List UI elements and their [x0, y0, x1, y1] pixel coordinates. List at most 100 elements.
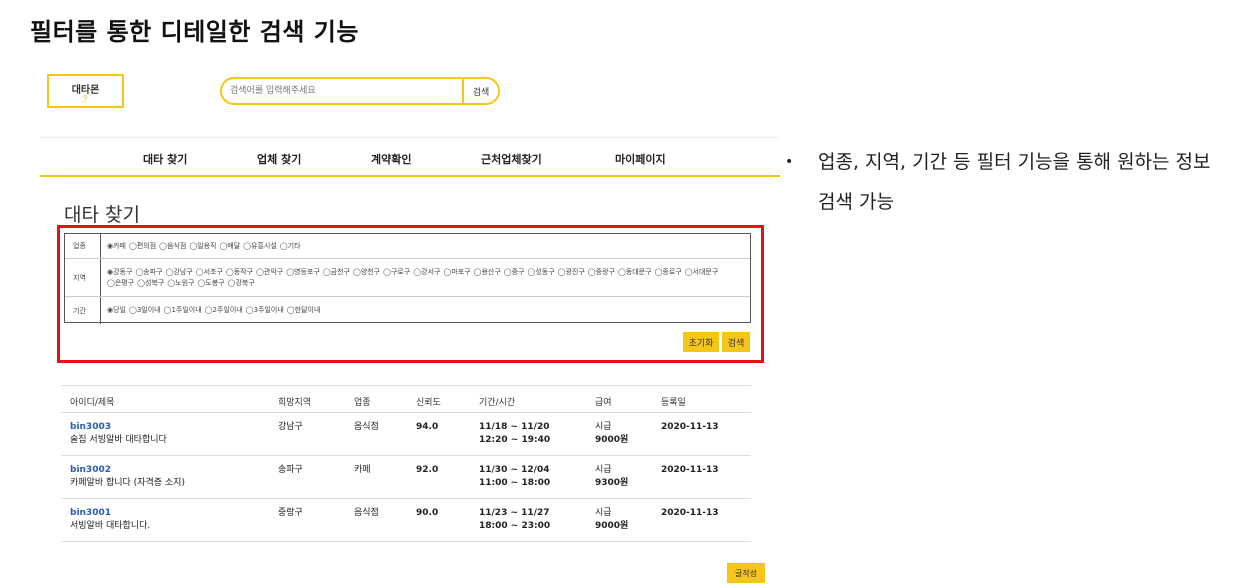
radio-option[interactable]: ◯2주일이내 [205, 305, 243, 316]
post-pay-type: 시급 [595, 508, 612, 518]
radio-option[interactable]: ◯강북구 [228, 278, 255, 289]
radio-option[interactable]: ◉당일 [107, 305, 126, 316]
write-post-button[interactable]: 글작성 [727, 563, 765, 583]
nav-item-nearby[interactable]: 근처업체찾기 [481, 151, 542, 167]
filter-row-period: 기간 ◉당일 ◯3일이내 ◯1주일이내 ◯2주일이내 ◯3주일이내 ◯한달이내 [65, 297, 750, 324]
nav-item-contract[interactable]: 계약확인 [371, 151, 411, 167]
search-button[interactable]: 검색 [462, 79, 498, 103]
filter-label-region: 지역 [65, 259, 101, 296]
radio-option[interactable]: ◯양천구 [353, 267, 380, 278]
filter-label-industry: 업종 [65, 234, 101, 258]
nav-item-find-substitute[interactable]: 대타 찾기 [143, 151, 187, 167]
radio-option[interactable]: ◯기타 [280, 241, 301, 252]
post-date: 2020-11-13 [661, 508, 719, 518]
post-title[interactable]: 카페알바 합니다 (자격증 소지) [70, 477, 185, 490]
radio-option[interactable]: ◯서초구 [196, 267, 223, 278]
list-item[interactable]: bin3003 술집 서빙알바 대타합니다 강남구 음식점 94.0 11/18 … [61, 413, 751, 456]
post-time: 11:00 ~ 18:00 [479, 478, 551, 488]
radio-option[interactable]: ◯영등포구 [286, 267, 320, 278]
col-header-region: 희망지역 [278, 398, 312, 408]
screenshot-panel: 대타몬 ℱ 검색 대타 찾기 업체 찾기 계약확인 근처업체찾기 마이페이지 대… [40, 60, 785, 588]
post-region: 강남구 [278, 422, 303, 432]
nav-item-find-business[interactable]: 업체 찾기 [257, 151, 301, 167]
col-header-pay: 급여 [595, 398, 612, 408]
radio-option[interactable]: ◯관악구 [256, 267, 283, 278]
radio-option[interactable]: ◯한달이내 [287, 305, 321, 316]
filter-search-button[interactable]: 검색 [722, 332, 750, 352]
filter-options-period: ◉당일 ◯3일이내 ◯1주일이내 ◯2주일이내 ◯3주일이내 ◯한달이내 [107, 297, 746, 324]
result-list: 아이디/제목 희망지역 업종 신뢰도 기간/시간 급여 등록일 bin3003 술… [61, 385, 751, 542]
radio-option[interactable]: ◯3일이내 [129, 305, 161, 316]
post-id-link[interactable]: bin3003 [70, 421, 167, 434]
post-date: 2020-11-13 [661, 465, 719, 475]
post-time: 12:20 ~ 19:40 [479, 435, 551, 445]
post-industry: 음식점 [354, 508, 379, 518]
post-pay: 9000원 [595, 521, 629, 531]
post-title[interactable]: 서빙알바 대타합니다. [70, 520, 150, 533]
radio-option[interactable]: ◯동작구 [226, 267, 253, 278]
radio-option[interactable]: ◯동대문구 [618, 267, 652, 278]
page-title: 대타 찾기 [64, 204, 140, 226]
post-id-link[interactable]: bin3002 [70, 464, 185, 477]
radio-option[interactable]: ◯구로구 [383, 267, 410, 278]
radio-option[interactable]: ◉강동구 [107, 267, 132, 278]
col-header-title: 아이디/제목 [70, 398, 115, 408]
logo-mark-icon: ℱ [81, 95, 90, 105]
post-pay-type: 시급 [595, 465, 612, 475]
post-trust: 94.0 [416, 422, 439, 432]
radio-option[interactable]: ◯성북구 [137, 278, 164, 289]
post-industry: 카페 [354, 465, 371, 475]
radio-option[interactable]: ◯서대문구 [685, 267, 719, 278]
radio-option[interactable]: ◯1주일이내 [164, 305, 202, 316]
bullet-text: 업종, 지역, 기간 등 필터 기능을 통해 원하는 정보 검색 가능 [818, 151, 1211, 213]
post-title[interactable]: 술집 서빙알바 대타합니다 [70, 434, 167, 447]
col-header-date: 등록일 [661, 398, 686, 408]
radio-option[interactable]: ◯일용직 [189, 241, 216, 252]
radio-option[interactable]: ◯유흥시설 [243, 241, 277, 252]
post-period: 11/18 ~ 11/20 [479, 422, 550, 432]
post-date: 2020-11-13 [661, 422, 719, 432]
radio-option[interactable]: ◯강서구 [413, 267, 440, 278]
radio-option[interactable]: ◯음식점 [159, 241, 186, 252]
radio-option[interactable]: ◯성동구 [527, 267, 554, 278]
bullet-dot-icon: • [785, 154, 794, 170]
col-header-industry: 업종 [354, 398, 371, 408]
filter-panel: 업종 ◉카페 ◯편의점 ◯음식점 ◯일용직 ◯배달 ◯유흥시설 ◯기타 지역 ◉… [64, 233, 751, 324]
post-time: 18:00 ~ 23:00 [479, 521, 551, 531]
post-pay: 9300원 [595, 478, 629, 488]
filter-label-period: 기간 [65, 297, 101, 324]
post-region: 송파구 [278, 465, 303, 475]
radio-option[interactable]: ◯중구 [504, 267, 525, 278]
radio-option[interactable]: ◯중랑구 [588, 267, 615, 278]
radio-option[interactable]: ◯배달 [219, 241, 240, 252]
filter-options-region: ◉강동구 ◯송파구 ◯강남구 ◯서초구 ◯동작구 ◯관악구 ◯영등포구 ◯금천구… [107, 259, 746, 296]
filter-row-industry: 업종 ◉카페 ◯편의점 ◯음식점 ◯일용직 ◯배달 ◯유흥시설 ◯기타 [65, 234, 750, 259]
radio-option[interactable]: ◯강남구 [166, 267, 193, 278]
radio-option[interactable]: ◯종로구 [655, 267, 682, 278]
post-pay-type: 시급 [595, 422, 612, 432]
radio-option[interactable]: ◯편의점 [129, 241, 156, 252]
post-trust: 90.0 [416, 508, 439, 518]
radio-option[interactable]: ◯도봉구 [197, 278, 224, 289]
radio-option[interactable]: ◯금천구 [323, 267, 350, 278]
radio-option[interactable]: ◉카페 [107, 241, 126, 252]
radio-option[interactable]: ◯노원구 [167, 278, 194, 289]
reset-button[interactable]: 초기화 [683, 332, 719, 352]
logo-text: 대타몬 [71, 85, 100, 96]
nav-item-mypage[interactable]: 마이페이지 [615, 151, 666, 167]
post-id-link[interactable]: bin3001 [70, 507, 150, 520]
radio-option[interactable]: ◯은평구 [107, 278, 134, 289]
post-trust: 92.0 [416, 465, 439, 475]
radio-option[interactable]: ◯3주일이내 [246, 305, 284, 316]
filter-options-industry: ◉카페 ◯편의점 ◯음식점 ◯일용직 ◯배달 ◯유흥시설 ◯기타 [107, 234, 746, 258]
radio-option[interactable]: ◯마포구 [443, 267, 470, 278]
radio-option[interactable]: ◯송파구 [135, 267, 162, 278]
logo[interactable]: 대타몬 ℱ [47, 74, 124, 108]
slide-title: 필터를 통한 디테일한 검색 기능 [30, 18, 359, 46]
list-item[interactable]: bin3002 카페알바 합니다 (자격증 소지) 송파구 카페 92.0 11/… [61, 456, 751, 499]
post-industry: 음식점 [354, 422, 379, 432]
search-input[interactable] [222, 79, 462, 103]
radio-option[interactable]: ◯용산구 [474, 267, 501, 278]
radio-option[interactable]: ◯광진구 [558, 267, 585, 278]
list-item[interactable]: bin3001 서빙알바 대타합니다. 중랑구 음식점 90.0 11/23 ~ … [61, 499, 751, 542]
